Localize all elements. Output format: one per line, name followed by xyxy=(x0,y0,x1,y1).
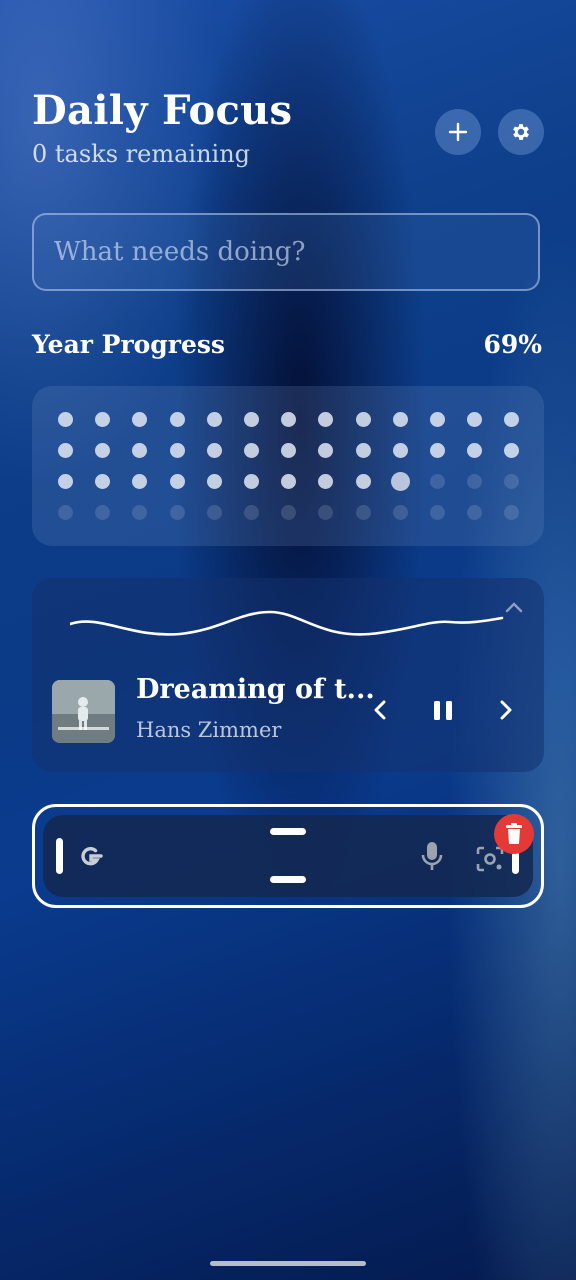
progress-wave[interactable] xyxy=(70,598,510,648)
track-title: Dreaming of t... xyxy=(136,674,375,705)
year-progress-dot xyxy=(467,474,483,489)
year-progress-dot xyxy=(169,505,185,520)
year-progress-dot xyxy=(281,443,297,458)
page-title: Daily Focus xyxy=(32,87,293,134)
settings-button[interactable] xyxy=(498,109,544,155)
year-progress-dot xyxy=(244,443,259,458)
resize-handle-bottom[interactable] xyxy=(270,876,306,883)
resize-handle-top[interactable] xyxy=(270,828,306,835)
year-progress-dot xyxy=(244,505,259,520)
year-progress-dot xyxy=(318,474,334,489)
year-progress-dot xyxy=(132,443,148,458)
year-progress-dot xyxy=(355,443,371,458)
year-progress-dot xyxy=(504,443,520,458)
album-art xyxy=(52,680,115,743)
chevron-up-icon[interactable] xyxy=(504,600,524,614)
year-progress-dot xyxy=(355,505,371,520)
task-input[interactable] xyxy=(32,213,540,291)
year-progress-dot xyxy=(318,412,334,427)
pause-button[interactable] xyxy=(430,696,456,724)
year-progress-dot xyxy=(95,474,111,489)
year-progress-dot xyxy=(281,474,297,489)
previous-button[interactable] xyxy=(368,696,392,724)
year-progress-dot xyxy=(430,412,445,427)
year-progress-dot xyxy=(390,472,410,491)
add-task-button[interactable] xyxy=(435,109,481,155)
music-player: Dreaming of t... Hans Zimmer xyxy=(32,578,544,772)
year-progress-dot xyxy=(169,412,185,427)
year-progress-dot xyxy=(467,505,483,520)
year-progress-label: Year Progress xyxy=(32,330,226,359)
year-progress-dot xyxy=(58,412,73,427)
year-progress-dot xyxy=(95,443,111,458)
pause-icon xyxy=(434,701,452,720)
year-progress-dot xyxy=(467,443,483,458)
year-progress-dot xyxy=(355,412,371,427)
year-progress-dot xyxy=(206,505,222,520)
year-progress-dot xyxy=(206,412,222,427)
year-progress-dot xyxy=(504,505,520,520)
year-progress-dot xyxy=(430,474,445,489)
astronaut-image xyxy=(52,680,115,743)
year-progress-dot xyxy=(467,412,483,427)
search-widget-frame[interactable] xyxy=(32,804,544,908)
year-progress-dot xyxy=(132,474,148,489)
year-progress-dot xyxy=(430,443,445,458)
year-progress-dot xyxy=(392,443,408,458)
chevron-right-icon xyxy=(500,700,512,720)
year-progress-dot xyxy=(244,412,259,427)
track-artist: Hans Zimmer xyxy=(136,718,282,742)
year-progress-dot xyxy=(169,443,185,458)
year-progress-dot xyxy=(281,505,297,520)
next-button[interactable] xyxy=(494,696,518,724)
year-progress-dot xyxy=(132,412,148,427)
year-progress-dot xyxy=(132,505,148,520)
header: Daily Focus 0 tasks remaining xyxy=(32,86,292,168)
year-progress-dot xyxy=(206,474,222,489)
year-progress-dot xyxy=(392,505,408,520)
tasks-remaining-text: 0 tasks remaining xyxy=(32,140,251,168)
year-progress-dot xyxy=(58,505,73,520)
google-g-icon[interactable] xyxy=(77,843,105,871)
year-progress-dot xyxy=(95,412,111,427)
plus-icon xyxy=(448,122,468,142)
year-progress-dot xyxy=(318,505,334,520)
year-progress-dot xyxy=(430,505,445,520)
year-progress-dot xyxy=(504,474,520,489)
year-progress-dot xyxy=(392,412,408,427)
year-progress-dot xyxy=(169,474,185,489)
chevron-left-icon xyxy=(374,700,386,720)
year-progress-dot xyxy=(244,474,259,489)
gear-icon xyxy=(513,124,529,140)
year-progress-dot xyxy=(95,505,111,520)
year-progress-grid xyxy=(32,386,544,546)
year-progress-dot xyxy=(355,474,371,489)
remove-widget-button[interactable] xyxy=(494,814,534,854)
year-progress-dot xyxy=(318,443,334,458)
year-progress-dot xyxy=(206,443,222,458)
gesture-nav-bar[interactable] xyxy=(210,1261,366,1266)
trash-icon xyxy=(506,823,522,844)
year-progress-percent: 69% xyxy=(483,330,542,359)
year-progress-dot xyxy=(58,474,73,489)
year-progress-dot xyxy=(504,412,520,427)
year-progress-dot xyxy=(58,443,73,458)
year-progress-dot xyxy=(281,412,297,427)
mic-icon[interactable] xyxy=(418,839,446,873)
resize-handle-left[interactable] xyxy=(56,838,63,874)
